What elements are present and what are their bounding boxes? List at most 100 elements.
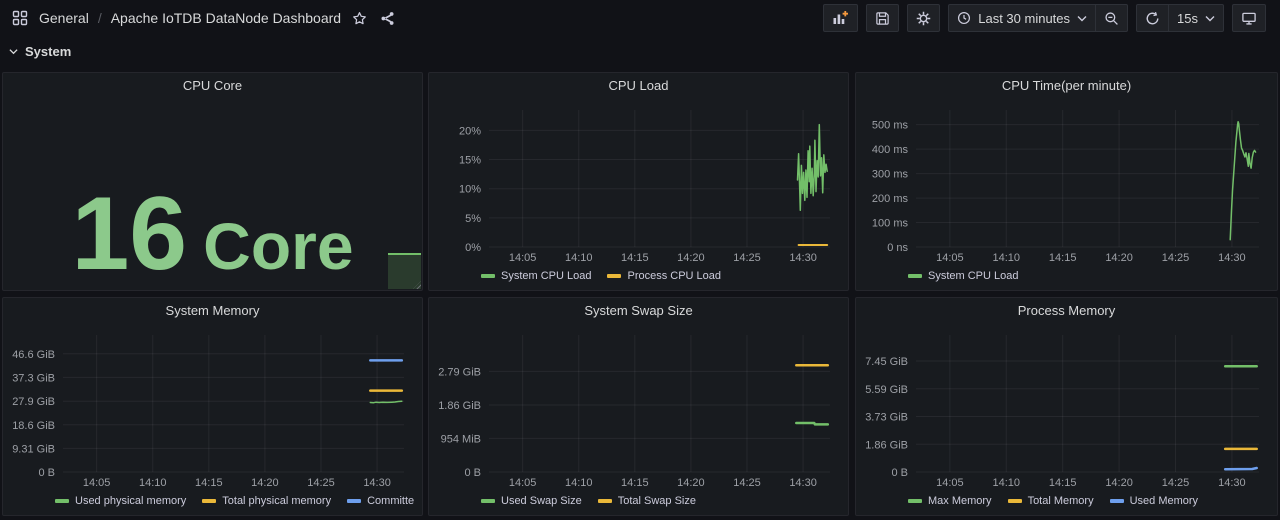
breadcrumb-section[interactable]: General bbox=[39, 10, 89, 26]
chevron-down-icon bbox=[1077, 15, 1087, 22]
svg-text:14:20: 14:20 bbox=[1105, 477, 1133, 489]
svg-text:14:05: 14:05 bbox=[936, 477, 964, 489]
process-memory-legend: Max Memory Total Memory Used Memory bbox=[864, 491, 1269, 510]
process-memory-chart[interactable]: 0 B1.86 GiB3.73 GiB5.59 GiB7.45 GiB14:05… bbox=[864, 323, 1269, 491]
zoom-out-button[interactable] bbox=[1096, 4, 1128, 32]
legend-label: Total Memory bbox=[1028, 495, 1094, 507]
legend-label: Used Memory bbox=[1130, 495, 1198, 507]
svg-text:14:10: 14:10 bbox=[992, 252, 1020, 264]
dashboard-toolbar: Last 30 minutes bbox=[823, 4, 1266, 32]
svg-text:0 B: 0 B bbox=[464, 467, 481, 479]
settings-gear-icon bbox=[916, 11, 931, 26]
panel-title[interactable]: System Memory bbox=[3, 298, 422, 323]
legend-swatch bbox=[347, 499, 361, 503]
refresh-button[interactable] bbox=[1136, 4, 1169, 32]
dashboard-settings-button[interactable] bbox=[907, 4, 940, 32]
legend-item[interactable]: Used Swap Size bbox=[481, 495, 582, 507]
svg-text:14:25: 14:25 bbox=[307, 477, 335, 489]
legend-swatch bbox=[908, 499, 922, 503]
system_memory-svg: 0 B9.31 GiB18.6 GiB27.9 GiB37.3 GiB46.6 … bbox=[11, 323, 414, 491]
legend-item[interactable]: Used physical memory bbox=[55, 495, 186, 507]
svg-text:14:10: 14:10 bbox=[565, 477, 593, 489]
process_memory-svg: 0 B1.86 GiB3.73 GiB5.59 GiB7.45 GiB14:05… bbox=[864, 323, 1269, 491]
svg-text:14:15: 14:15 bbox=[1049, 252, 1077, 264]
save-dashboard-button[interactable] bbox=[866, 4, 899, 32]
legend-swatch bbox=[598, 499, 612, 503]
svg-text:300 ms: 300 ms bbox=[872, 169, 909, 181]
svg-text:14:30: 14:30 bbox=[363, 477, 391, 489]
legend-item[interactable]: Process CPU Load bbox=[607, 270, 721, 282]
legend-swatch bbox=[202, 499, 216, 503]
cpu-time-legend: System CPU Load bbox=[864, 266, 1269, 285]
cpu-load-legend: System CPU Load Process CPU Load bbox=[437, 266, 840, 285]
svg-text:14:25: 14:25 bbox=[1162, 252, 1190, 264]
svg-text:954 MiB: 954 MiB bbox=[441, 433, 481, 445]
legend-label: Committed vm size bbox=[367, 495, 414, 507]
cpu-load-chart[interactable]: 0%5%10%15%20%14:0514:1014:1514:2014:2514… bbox=[437, 98, 840, 266]
svg-text:14:15: 14:15 bbox=[621, 477, 649, 489]
legend-label: Total Swap Size bbox=[618, 495, 696, 507]
legend-item[interactable]: Total physical memory bbox=[202, 495, 331, 507]
panel-cpu-time: CPU Time(per minute) 0 ns100 ms200 ms300… bbox=[855, 72, 1278, 291]
svg-text:14:05: 14:05 bbox=[936, 252, 964, 264]
legend-label: Used physical memory bbox=[75, 495, 186, 507]
legend-swatch bbox=[908, 274, 922, 278]
panel-title[interactable]: System Swap Size bbox=[429, 298, 848, 323]
star-icon[interactable] bbox=[350, 9, 369, 28]
legend-label: Process CPU Load bbox=[627, 270, 721, 282]
chevron-down-icon bbox=[1205, 15, 1215, 22]
cpu-time-chart[interactable]: 0 ns100 ms200 ms300 ms400 ms500 ms14:051… bbox=[864, 98, 1269, 266]
svg-text:14:30: 14:30 bbox=[1218, 477, 1246, 489]
svg-text:20%: 20% bbox=[459, 125, 481, 137]
save-dashboard-icon bbox=[875, 11, 890, 26]
legend-item[interactable]: Committed vm size bbox=[347, 495, 414, 507]
panel-title[interactable]: CPU Core bbox=[3, 73, 422, 98]
panel-title[interactable]: CPU Load bbox=[429, 73, 848, 98]
stat-body: 16 Core bbox=[3, 98, 422, 290]
legend-label: Max Memory bbox=[928, 495, 992, 507]
row-title: System bbox=[25, 44, 71, 59]
kiosk-mode-button[interactable] bbox=[1232, 4, 1266, 32]
svg-text:1.86 GiB: 1.86 GiB bbox=[438, 400, 481, 412]
breadcrumb-separator: / bbox=[98, 10, 102, 26]
svg-text:14:10: 14:10 bbox=[565, 252, 593, 264]
svg-text:1.86 GiB: 1.86 GiB bbox=[865, 439, 908, 451]
legend-item[interactable]: Total Swap Size bbox=[598, 495, 696, 507]
apps-menu-icon[interactable] bbox=[10, 8, 30, 28]
stat-unit: Core bbox=[203, 213, 353, 279]
system-swap-chart[interactable]: 0 B 954 MiB 1.86 GiB 2.79 GiB 14:05 14:10 14:1… bbox=[437, 323, 840, 491]
svg-text:14:15: 14:15 bbox=[621, 252, 649, 264]
legend-item[interactable]: Used Memory bbox=[1110, 495, 1198, 507]
zoom-out-icon bbox=[1104, 11, 1119, 26]
system-swap-legend: Used Swap Size Total Swap Size bbox=[437, 491, 840, 510]
legend-item[interactable]: Max Memory bbox=[908, 495, 992, 507]
legend-item[interactable]: System CPU Load bbox=[908, 270, 1018, 282]
panel-system-memory: System Memory 0 B9.31 GiB18.6 GiB27.9 Gi… bbox=[2, 297, 423, 516]
dashboard-title: Apache IoTDB DataNode Dashboard bbox=[111, 10, 341, 26]
svg-text:14:05: 14:05 bbox=[509, 477, 537, 489]
add-panel-button[interactable] bbox=[823, 4, 858, 32]
breadcrumb: General / Apache IoTDB DataNode Dashboar… bbox=[10, 8, 397, 28]
svg-text:46.6 GiB: 46.6 GiB bbox=[12, 349, 55, 361]
svg-text:0%: 0% bbox=[465, 242, 481, 254]
svg-text:0 B: 0 B bbox=[38, 467, 55, 479]
refresh-interval-dropdown[interactable]: 15s bbox=[1169, 4, 1224, 32]
svg-text:37.3 GiB: 37.3 GiB bbox=[12, 372, 55, 384]
clock-icon bbox=[957, 11, 971, 25]
svg-text:100 ms: 100 ms bbox=[872, 218, 909, 230]
panel-title[interactable]: CPU Time(per minute) bbox=[856, 73, 1277, 98]
svg-text:500 ms: 500 ms bbox=[872, 120, 909, 132]
time-range-picker[interactable]: Last 30 minutes bbox=[948, 4, 1096, 32]
system-memory-chart[interactable]: 0 B9.31 GiB18.6 GiB27.9 GiB37.3 GiB46.6 … bbox=[11, 323, 414, 491]
svg-text:14:20: 14:20 bbox=[677, 252, 705, 264]
share-icon[interactable] bbox=[378, 9, 397, 28]
svg-text:10%: 10% bbox=[459, 184, 481, 196]
svg-text:14:30: 14:30 bbox=[1218, 252, 1246, 264]
svg-text:2.79 GiB: 2.79 GiB bbox=[438, 366, 481, 378]
legend-item[interactable]: Total Memory bbox=[1008, 495, 1094, 507]
legend-swatch bbox=[607, 274, 621, 278]
panel-title[interactable]: Process Memory bbox=[856, 298, 1277, 323]
row-toggle-system[interactable]: System bbox=[0, 36, 1280, 66]
svg-text:14:30: 14:30 bbox=[789, 252, 817, 264]
legend-item[interactable]: System CPU Load bbox=[481, 270, 591, 282]
